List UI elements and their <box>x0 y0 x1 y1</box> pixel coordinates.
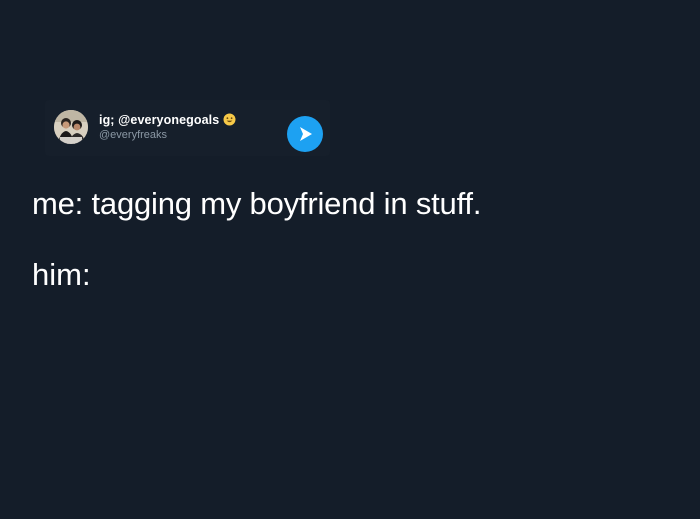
caption-line-me: me: tagging my boyfriend in stuff. <box>32 186 482 221</box>
smiling-face-emoji-icon <box>223 113 236 129</box>
caption-line-him: him: <box>32 257 91 292</box>
play-arrow-icon <box>300 127 312 141</box>
tweet-author-header: ig; @everyonegoals @everyfreaks <box>45 100 330 156</box>
display-name[interactable]: ig; @everyonegoals <box>99 113 236 129</box>
avatar-photo-icon <box>54 110 88 144</box>
display-name-text: ig; @everyonegoals <box>99 113 220 127</box>
user-handle[interactable]: @everyfreaks <box>99 129 167 141</box>
play-button[interactable] <box>287 116 323 152</box>
meme-screen: ig; @everyonegoals @everyfreaks me: tagg… <box>0 0 700 519</box>
avatar[interactable] <box>54 110 88 144</box>
